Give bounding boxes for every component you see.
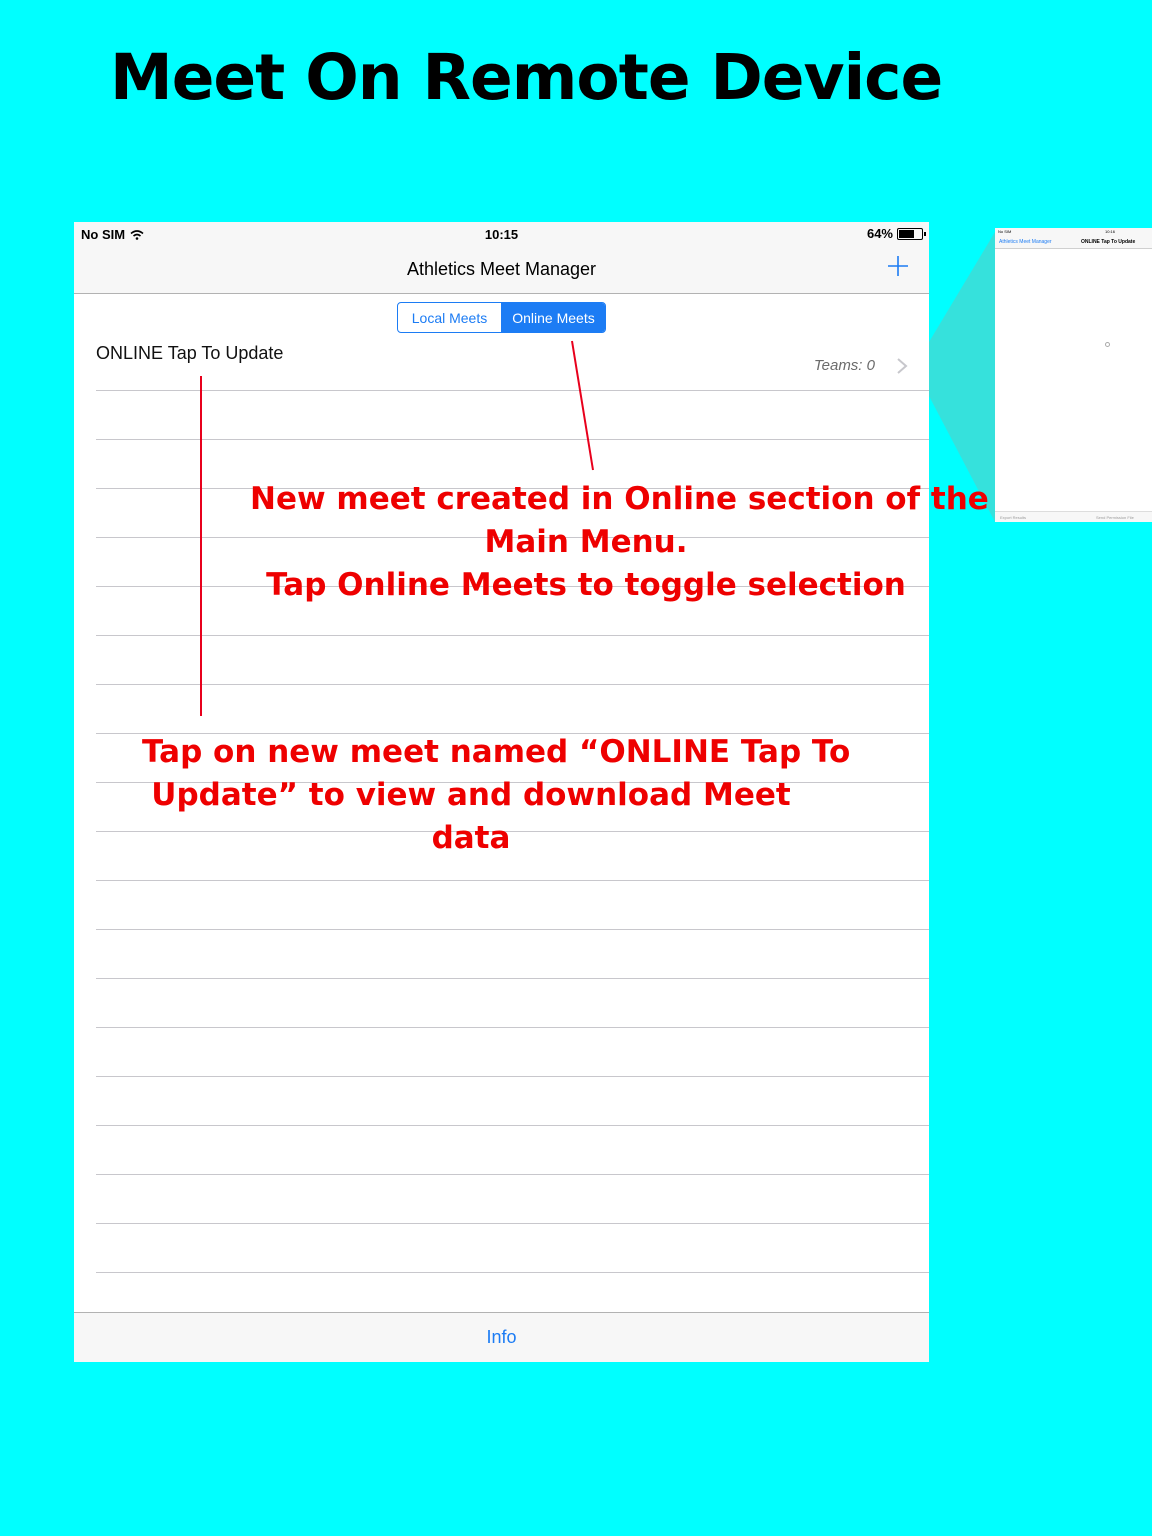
annotation-online-section: New meet created in Online section of th… — [250, 481, 989, 603]
pointer-to-online-tab — [571, 340, 594, 471]
annotation-tap-meet: Tap on new meet named “ONLINE Tap To Upd… — [142, 734, 851, 856]
